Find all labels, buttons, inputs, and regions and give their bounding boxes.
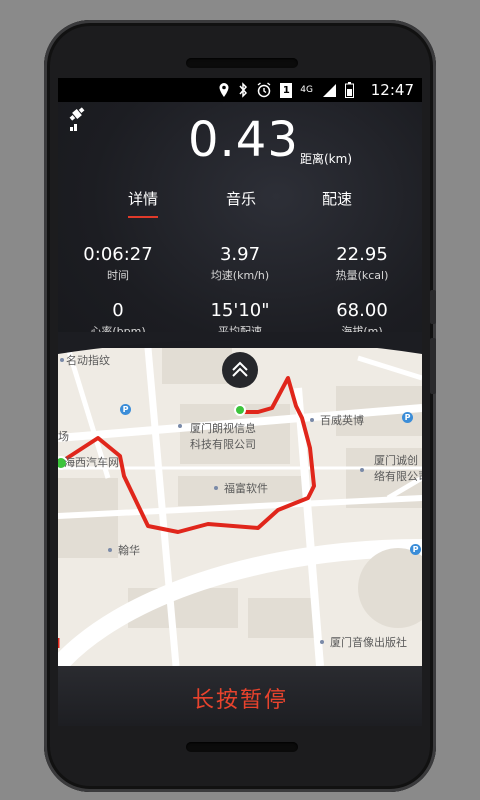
map-label: 厦门诚创 络有限公司 <box>374 454 422 483</box>
network-type-label: 4G <box>300 85 313 95</box>
alarm-icon <box>257 82 271 98</box>
map-poi-dot <box>310 418 314 422</box>
map-poi-dot <box>214 486 218 490</box>
app-screen: 1 4G 12:47 0.43 距离(km) 详情 音乐 配速 0:06:27 … <box>58 78 422 726</box>
stat-label: 均速(km/h) <box>210 269 270 282</box>
map-label: 福富软件 <box>224 482 268 495</box>
route-line <box>58 376 316 648</box>
battery-icon <box>345 82 354 98</box>
speaker-grille-bottom <box>186 742 298 752</box>
map-label: 场 <box>58 430 69 443</box>
distance-unit: 距离(km) <box>300 152 353 166</box>
map-label: 翰华 <box>118 544 140 557</box>
map-label: 厦门音像出版社 <box>330 636 407 649</box>
route-start-marker <box>234 404 246 416</box>
sim-icon: 1 <box>280 82 293 98</box>
stat-label: 时间 <box>107 269 129 282</box>
status-icons: 1 4G <box>218 82 354 98</box>
parking-icon: P <box>402 412 413 423</box>
speaker-grille-top <box>186 58 298 68</box>
map-poi-dot <box>360 468 364 472</box>
status-time: 12:47 <box>370 81 414 99</box>
pause-bar[interactable]: 长按暂停 <box>58 666 422 726</box>
map-label: 海西汽车网 <box>64 456 119 469</box>
stat-time: 0:06:27 时间 <box>70 244 166 283</box>
stat-value: 22.95 <box>336 244 388 265</box>
side-button <box>430 290 436 324</box>
stat-value: 3.97 <box>219 244 261 265</box>
map-poi-dot <box>320 640 324 644</box>
tab-music[interactable]: 音乐 <box>226 188 256 209</box>
tab-details[interactable]: 详情 <box>128 188 158 209</box>
route-map[interactable]: 名动指纹 厦门朗视信息 科技有限公司 百威英博 厦门诚创 络有限公司 福富软件 … <box>58 348 422 666</box>
map-label: 厦门朗视信息 科技有限公司 <box>190 422 256 451</box>
map-poi-dot <box>108 548 112 552</box>
map-poi-dot <box>178 424 182 428</box>
stat-value: 0:06:27 <box>83 244 153 265</box>
distance-value: 0.43 <box>188 112 299 168</box>
active-tab-indicator <box>128 216 158 218</box>
stat-value: 68.00 <box>336 300 388 321</box>
parking-icon: P <box>410 544 421 555</box>
chevron-up-icon <box>232 361 248 377</box>
status-bar: 1 4G 12:47 <box>58 78 422 102</box>
stat-label: 热量(kcal) <box>335 269 389 282</box>
stat-calories: 22.95 热量(kcal) <box>314 244 410 283</box>
tab-pace[interactable]: 配速 <box>322 188 352 209</box>
expand-panel-button[interactable] <box>222 352 258 388</box>
bluetooth-icon <box>239 82 248 98</box>
long-press-pause-label[interactable]: 长按暂停 <box>58 682 422 714</box>
stat-value: 15'10" <box>210 300 270 321</box>
map-label: 百威英博 <box>320 414 364 427</box>
gps-satellite-icon[interactable] <box>68 106 86 132</box>
side-button <box>430 338 436 394</box>
parking-icon: P <box>120 404 131 415</box>
signal-icon <box>323 84 336 97</box>
stat-value: 0 <box>112 300 124 321</box>
location-icon <box>219 83 229 97</box>
stat-avg-speed: 3.97 均速(km/h) <box>192 244 288 283</box>
tab-bar: 详情 音乐 配速 <box>58 188 422 220</box>
